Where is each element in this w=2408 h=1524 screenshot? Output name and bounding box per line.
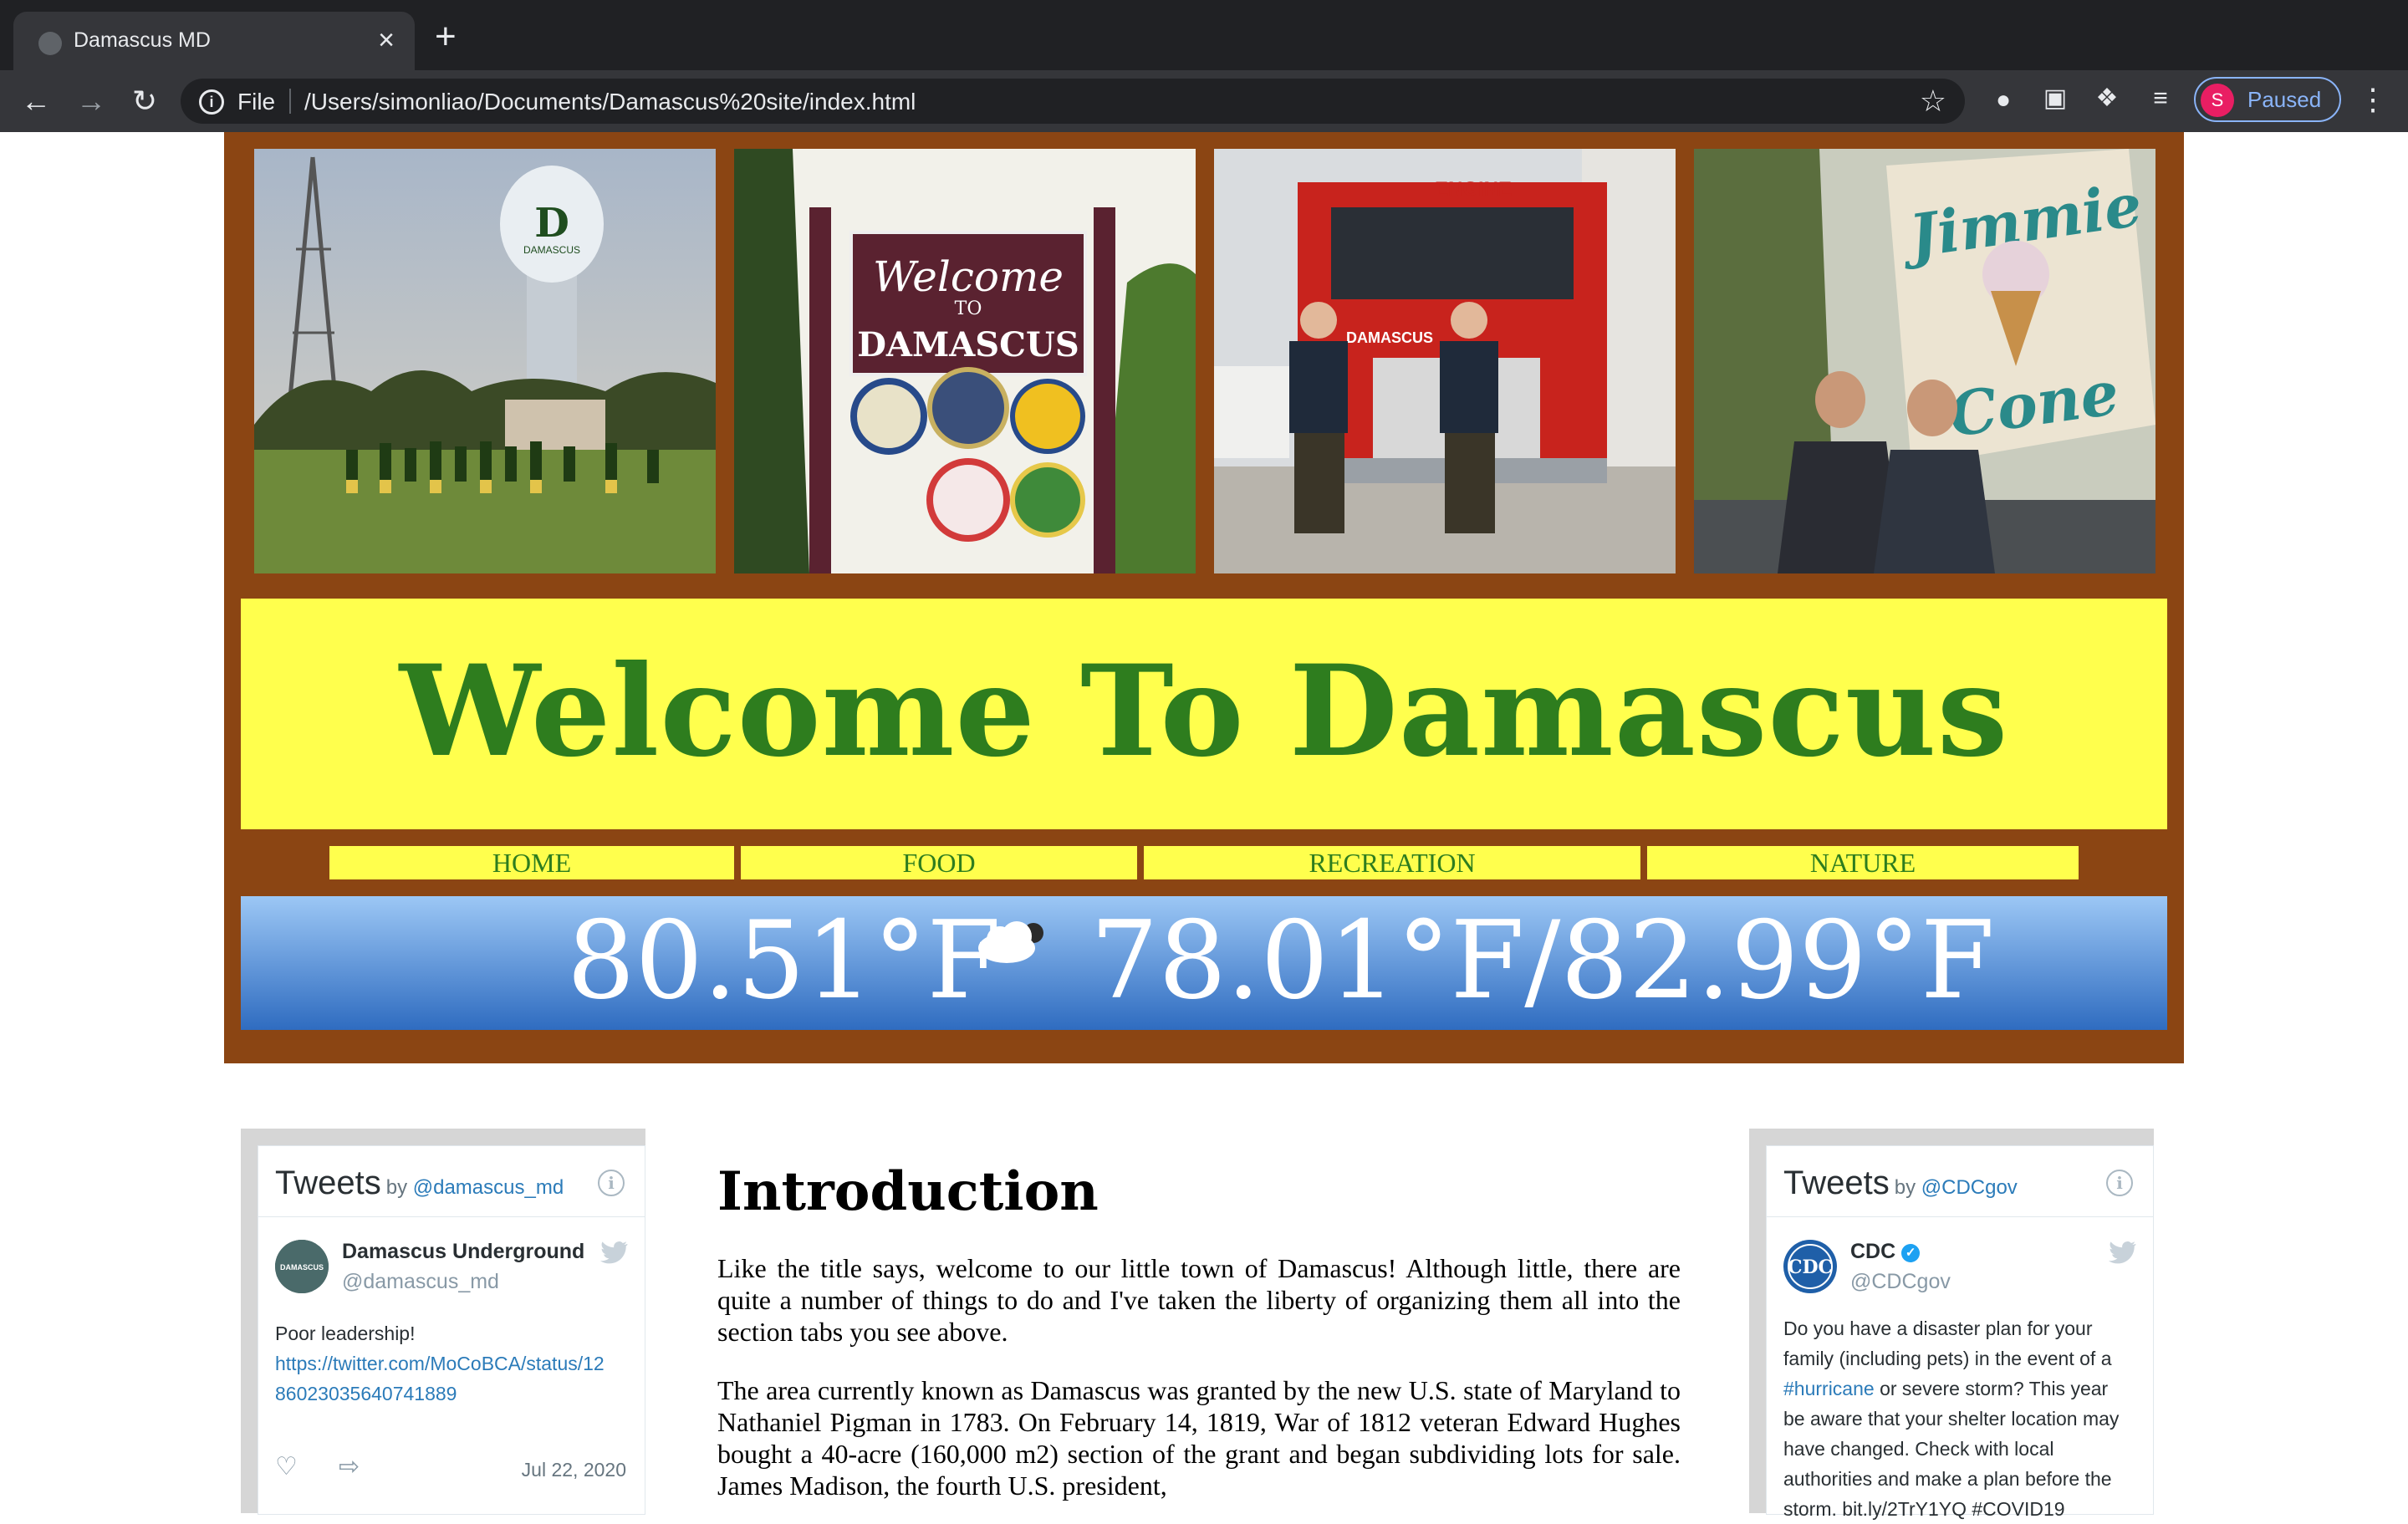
fire-engine-photo: ENGINE DAMASCUS (1214, 149, 1676, 573)
puzzle-extensions-icon[interactable]: ❖ (2092, 84, 2122, 114)
twitter-timeline-header: Tweets by @damascus_md i (258, 1146, 645, 1217)
browser-menu-icon[interactable]: ⋮ (2358, 82, 2388, 117)
nav-tab-nature[interactable]: NATURE (1647, 846, 2079, 879)
timeline-account-link[interactable]: @damascus_md (413, 1176, 564, 1199)
media-control-icon[interactable]: ≡ (2145, 84, 2176, 114)
tab-title: Damascus MD (74, 28, 211, 52)
twitter-timeline-card: Tweets by @damascus_md i DAMASCUS Damascu… (258, 1145, 645, 1515)
url-scheme: File (237, 89, 276, 115)
twitter-timeline-card: Tweets by @CDCgov i CDC CDC ✓ @CDCgov Do … (1766, 1145, 2154, 1520)
avatar[interactable]: DAMASCUS (275, 1240, 329, 1293)
hashtag-link[interactable]: #hurricane (1783, 1378, 1875, 1399)
tweet-link[interactable]: https://twitter.com/MoCoBCA/status/12 860… (275, 1348, 623, 1409)
tweet-author-handle[interactable]: @CDCgov (1850, 1270, 1951, 1294)
svg-text:DAMASCUS: DAMASCUS (1346, 329, 1433, 346)
tweet-date[interactable]: Jul 22, 2020 (522, 1459, 626, 1481)
url-text[interactable]: /Users/simonliao/Documents/Damascus%20si… (304, 89, 916, 115)
introduction-heading: Introduction (717, 1160, 1099, 1223)
timeline-title: Tweets by @CDCgov (1783, 1165, 2018, 1201)
nav-tab-recreation[interactable]: RECREATION (1144, 846, 1640, 879)
browser-tab-strip: Damascus MD × + (0, 0, 2408, 70)
svg-text:DAMASCUS: DAMASCUS (857, 325, 1079, 364)
url-separator (289, 89, 291, 114)
extension-icon[interactable]: ● (1988, 85, 2018, 115)
avatar[interactable]: CDC (1783, 1240, 1837, 1293)
current-temperature: 80.51°F (567, 899, 1002, 1023)
verified-badge-icon: ✓ (1901, 1244, 1921, 1262)
camera-icon[interactable]: ▣ (2040, 84, 2070, 114)
hashtag-line: #hurricane or severe storm? This year (1783, 1378, 2109, 1399)
partly-cloudy-icon (973, 908, 1057, 979)
water-tower-photo: D DAMASCUS (254, 149, 716, 573)
twitter-bird-icon[interactable] (599, 1241, 628, 1269)
reload-button[interactable]: ↻ (125, 82, 164, 120)
twitter-widget-damascus: Tweets by @damascus_md i DAMASCUS Damascu… (241, 1129, 645, 1515)
browser-toolbar: ← → ↻ i File /Users/simonliao/Documents/… (0, 70, 2408, 132)
svg-text:DAMASCUS: DAMASCUS (523, 244, 580, 256)
info-icon[interactable]: i (598, 1170, 625, 1196)
page-title: Welcome To Damascus (399, 638, 2009, 785)
svg-text:Welcome: Welcome (873, 252, 1064, 301)
tweet-text: Poor leadership! https://twitter.com/MoC… (275, 1318, 623, 1409)
svg-text:CDC: CDC (1788, 1256, 1833, 1278)
twitter-widget-cdc: Tweets by @CDCgov i CDC CDC ✓ @CDCgov Do … (1749, 1129, 2154, 1520)
temperature-range: 78.01°F/82.99°F (1090, 899, 1995, 1023)
welcome-banner: Welcome To Damascus (241, 599, 2167, 829)
tweet-text: Do you have a disaster plan for your fam… (1783, 1313, 2131, 1524)
svg-text:DAMASCUS: DAMASCUS (280, 1263, 324, 1272)
welcome-sign-photo: Welcome TO DAMASCUS (734, 149, 1196, 573)
forward-button[interactable]: → (72, 82, 110, 120)
site-info-icon[interactable]: i (199, 89, 224, 115)
weather-widget: 80.51°F 78.01°F/82.99°F (241, 896, 2167, 1030)
avatar: S (2201, 84, 2234, 117)
bookmark-star-icon[interactable]: ☆ (1920, 84, 1946, 119)
svg-text:D: D (534, 200, 569, 247)
tweet-author-name[interactable]: CDC ✓ (1850, 1240, 1921, 1264)
share-icon[interactable]: ⇨ (339, 1452, 360, 1481)
tweet-actions: ♡ ⇨ Jul 22, 2020 (275, 1452, 626, 1486)
nav-tab-food[interactable]: FOOD (741, 846, 1137, 879)
twitter-timeline-header: Tweets by @CDCgov i (1767, 1146, 2153, 1217)
svg-text:ENGINE: ENGINE (1435, 178, 1512, 201)
nav-tab-home[interactable]: HOME (329, 846, 734, 879)
ice-cream-sign-photo: Jimmie Cone (1694, 149, 2155, 573)
site-header: D DAMASCUS Welcome TO DAMASCUS ENGINE DA… (224, 132, 2184, 1063)
tweet-author-handle[interactable]: @damascus_md (342, 1270, 499, 1294)
browser-tab[interactable]: Damascus MD × (13, 12, 415, 70)
back-button[interactable]: ← (17, 82, 55, 120)
new-tab-button[interactable]: + (435, 18, 457, 55)
intro-paragraph-2: The area currently known as Damascus was… (717, 1375, 1681, 1501)
profile-button[interactable]: S Paused (2194, 77, 2341, 122)
close-tab-icon[interactable]: × (378, 23, 395, 57)
heart-icon[interactable]: ♡ (275, 1452, 298, 1481)
intro-paragraph-1: Like the title says, welcome to our litt… (717, 1253, 1681, 1347)
svg-text:TO: TO (955, 298, 982, 319)
main-content: Introduction Like the title says, welcom… (717, 1157, 1681, 1501)
tweet-author-name[interactable]: Damascus Underground (342, 1240, 584, 1264)
timeline-title: Tweets by @damascus_md (275, 1165, 564, 1201)
info-icon[interactable]: i (2106, 1170, 2133, 1196)
address-bar[interactable]: i File /Users/simonliao/Documents/Damasc… (181, 79, 1965, 124)
twitter-bird-icon[interactable] (2108, 1241, 2136, 1269)
profile-status: Paused (2247, 87, 2322, 112)
timeline-account-link[interactable]: @CDCgov (1921, 1176, 2018, 1199)
globe-icon (38, 32, 62, 55)
